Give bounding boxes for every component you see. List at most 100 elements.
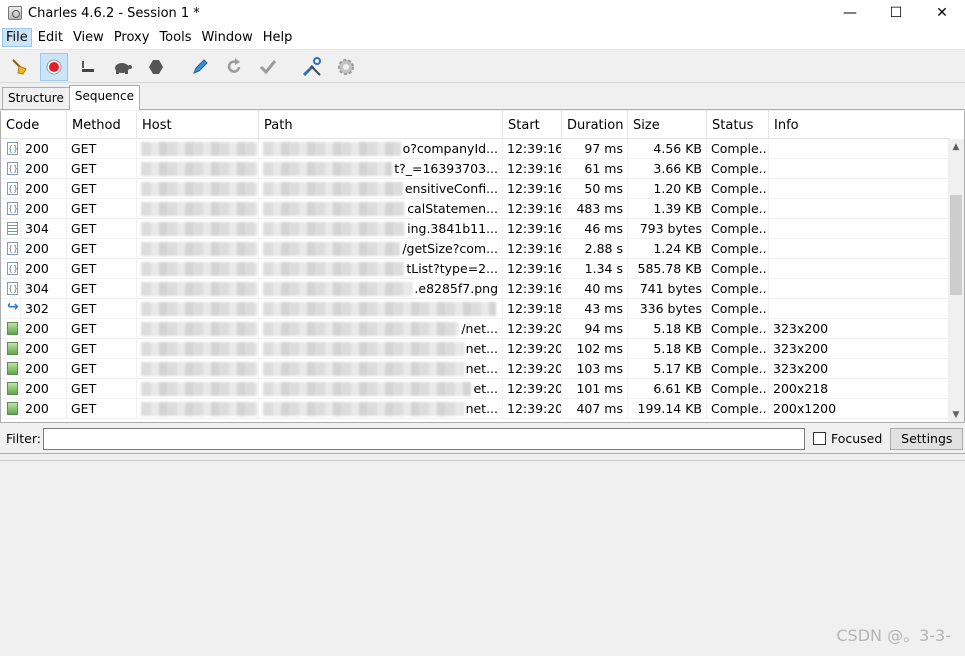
image-file-icon [7,382,18,395]
focused-checkbox[interactable]: Focused [812,431,882,446]
cell-start: 12:39:16 [503,138,562,159]
maximize-button[interactable]: ☐ [873,0,919,26]
view-tabs: Structure Sequence [0,85,965,110]
tab-sequence[interactable]: Sequence [68,85,141,110]
image-file-icon [7,342,18,355]
cell-info: 323x200 [773,360,829,376]
column-header-host[interactable]: Host [137,111,259,139]
close-button[interactable]: ✕ [919,0,965,26]
table-body: {} 200 GET o?companyId... 12:39:16 97 ms 4.56 … [1,138,950,419]
tools-button[interactable] [298,53,326,81]
broom-icon [12,58,27,75]
cell-status: Comple... [707,278,769,299]
throttle-button[interactable] [74,53,102,81]
menu-window[interactable]: Window [197,28,256,47]
clear-session-button[interactable] [6,53,34,81]
cell-status: Comple... [707,298,769,319]
cell-duration: 43 ms [562,298,628,319]
compose-button[interactable] [186,53,214,81]
redacted-block [263,321,460,336]
validate-button[interactable] [254,53,282,81]
cell-path: net... [259,338,503,359]
menu-edit[interactable]: Edit [34,28,67,47]
cell-method: GET [67,298,137,319]
menu-file[interactable]: File [2,28,32,47]
cell-code: 200 [21,198,67,219]
scroll-down-icon[interactable]: ▼ [948,407,964,422]
settings-toolbar-button[interactable] [332,53,360,81]
cell-start: 12:39:20 [503,338,562,359]
table-row[interactable]: {} 200 GET t?_=16393703... 12:39:16 61 ms 3.66… [1,158,950,179]
cell-method: GET [67,398,137,419]
minimize-button[interactable]: — [827,0,873,26]
column-header-method[interactable]: Method [67,111,137,139]
repeat-button[interactable] [220,53,248,81]
cell-start: 12:39:20 [503,318,562,339]
cell-host-redacted [137,198,259,219]
table-row[interactable]: 200 GET net... 12:39:20 102 ms 5.18 KB Comple.… [1,338,950,359]
table-row[interactable]: 200 GET et... 12:39:20 101 ms 6.61 KB Comple..… [1,378,950,399]
record-button[interactable] [40,52,68,81]
breakpoints-button[interactable] [108,53,136,81]
redacted-block [263,261,405,276]
cell-host-redacted [137,218,259,239]
menu-help[interactable]: Help [259,28,297,47]
cell-method: GET [67,158,137,179]
cell-duration: 1.34 s [562,258,628,279]
tab-structure[interactable]: Structure [2,87,70,109]
focused-checkbox-box[interactable] [812,432,826,445]
table-row[interactable]: 200 GET net... 12:39:20 407 ms 199.14 KB Compl… [1,398,950,419]
column-header-info[interactable]: Info [769,111,950,139]
column-header-status[interactable]: Status [707,111,769,139]
filter-input[interactable] [42,427,805,450]
cell-info [769,279,950,299]
column-header-code[interactable]: Code [1,111,67,139]
cell-code: 200 [21,178,67,199]
table-row[interactable]: {} 200 GET ensitiveConfi... 12:39:16 50 ms 1.2… [1,178,950,199]
column-header-start[interactable]: Start [503,111,562,139]
cell-start: 12:39:16 [503,198,562,219]
cell-code: 302 [21,298,67,319]
scroll-up-icon[interactable]: ▲ [948,139,964,155]
vertical-scrollbar[interactable]: ▲ ▼ [948,139,964,422]
column-header-path[interactable]: Path [259,111,503,139]
settings-button[interactable]: Settings [890,427,964,450]
cell-size: 5.17 KB [628,358,707,379]
column-header-size[interactable]: Size [628,111,707,139]
cell-code: 200 [21,258,67,279]
redacted-block [141,141,258,156]
stop-hexagon-icon [149,59,163,74]
redacted-block [141,241,258,256]
cell-status: Comple... [707,158,769,179]
cell-method: GET [67,358,137,379]
menu-tools[interactable]: Tools [155,28,195,47]
table-row[interactable]: {} 200 GET o?companyId... 12:39:16 97 ms 4.56 … [1,138,950,159]
menu-proxy[interactable]: Proxy [110,28,154,47]
cell-path-text: ing.3841b11... [407,220,498,236]
tools-icon [302,56,321,76]
menu-view[interactable]: View [69,28,108,47]
cell-code: 304 [21,278,67,299]
cell-info [769,219,950,239]
json-file-icon: {} [7,282,19,295]
table-row[interactable]: {} 304 GET .e8285f7.png 12:39:16 40 ms 741 byt… [1,278,950,299]
image-file-icon [7,402,18,415]
table-row[interactable]: {} 200 GET calStatemen... 12:39:16 483 ms 1.39… [1,198,950,219]
cell-host-redacted [137,318,259,339]
table-row[interactable]: {} 200 GET tList?type=2... 12:39:16 1.34 s 585… [1,258,950,279]
stop-button[interactable] [142,53,170,81]
cell-info [769,159,950,179]
table-row[interactable]: 304 GET ing.3841b11... 12:39:16 46 ms 793 byt… [1,218,950,239]
cell-path: o?companyId... [259,138,503,159]
cell-method: GET [67,238,137,259]
table-row[interactable]: ↪ 302 GET 12:39:18 43 ms 336 bytes Comple... [1,298,950,319]
table-row[interactable]: 200 GET/net... 12:39:20 94 ms 5.18 KB Comple.… [1,318,950,339]
cell-method: GET [67,218,137,239]
table-row[interactable]: {} 200 GET/getSize?com... 12:39:16 2.88 s 1.2… [1,238,950,259]
cell-status: Comple... [707,398,769,419]
cell-path: tList?type=2... [259,258,503,279]
column-header-duration[interactable]: Duration [562,111,628,139]
scroll-thumb[interactable] [950,195,962,295]
row-type-icon-cell: {} [1,178,21,199]
table-row[interactable]: 200 GET net... 12:39:20 103 ms 5.17 KB Comple.… [1,358,950,379]
